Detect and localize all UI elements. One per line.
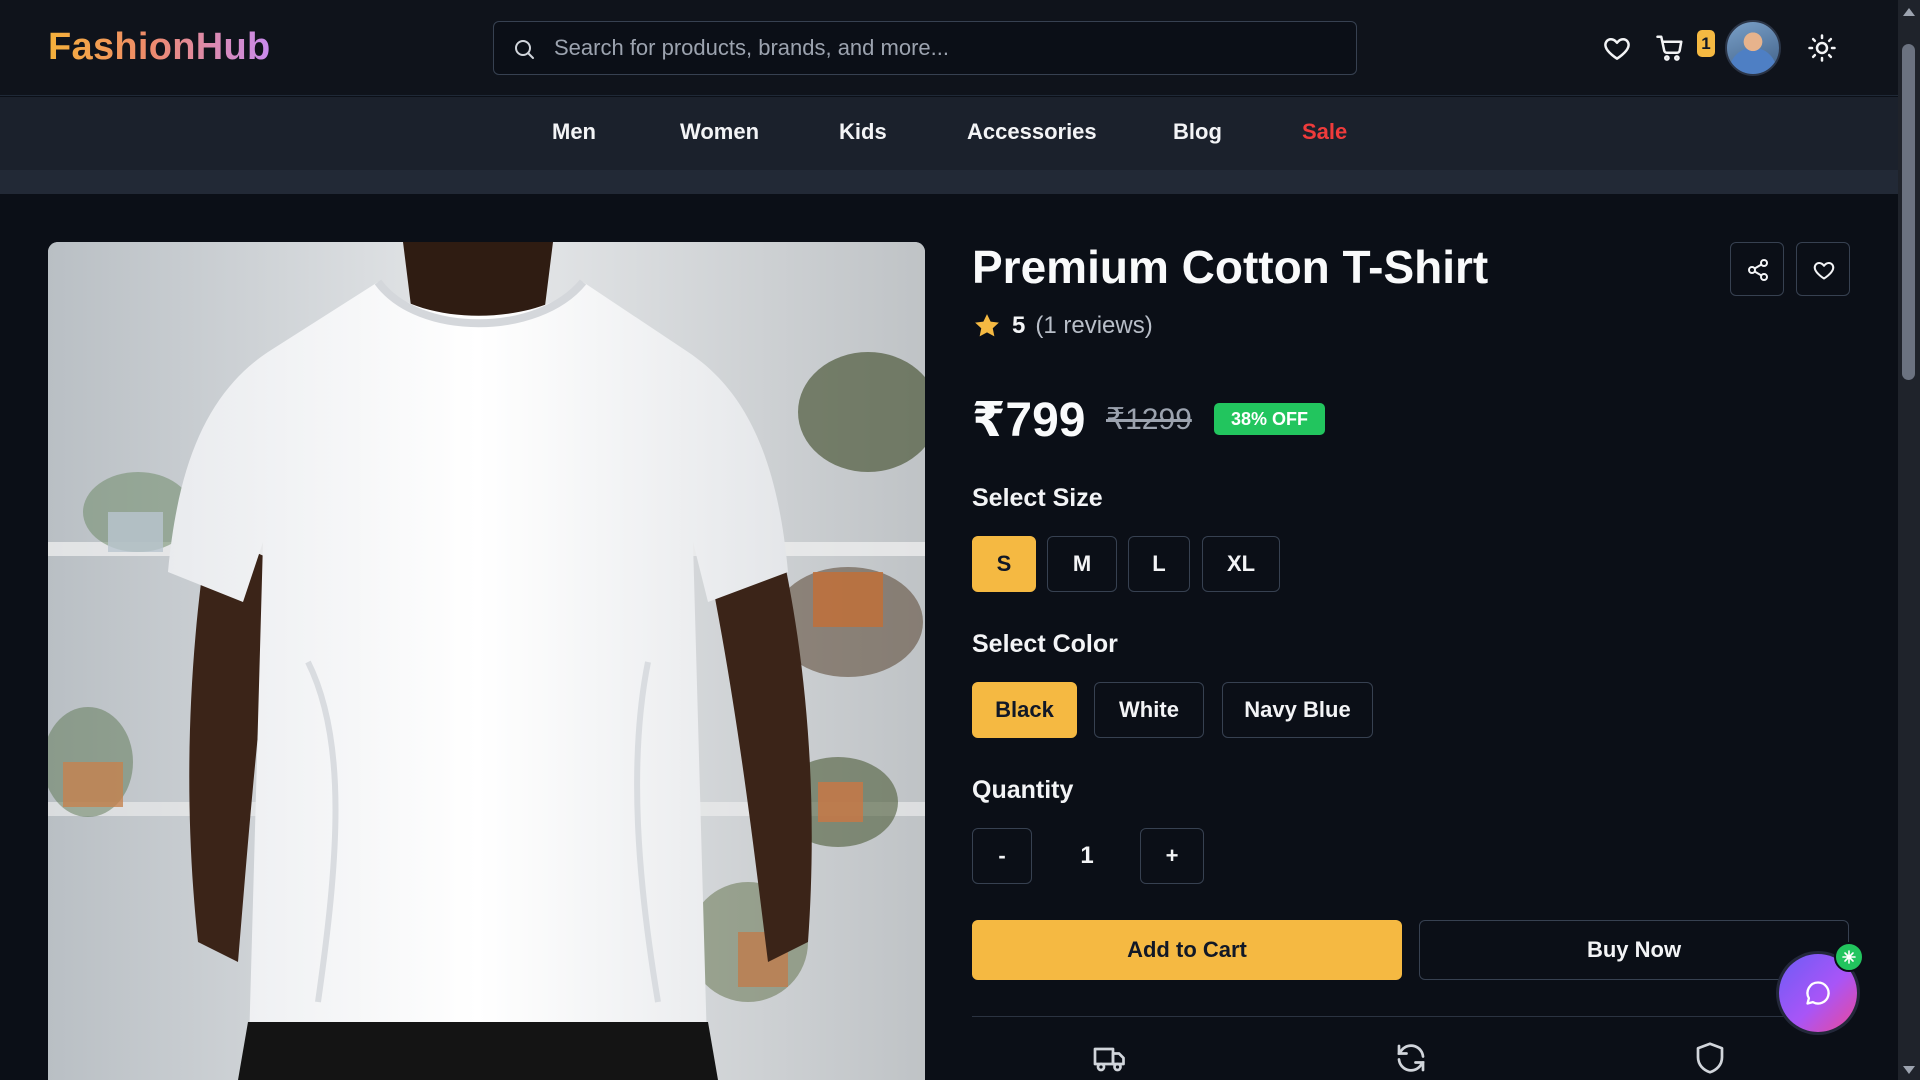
- search-icon: [515, 40, 534, 59]
- nav-item-blog[interactable]: Blog: [1173, 119, 1222, 145]
- scroll-up-arrow-icon[interactable]: [1902, 6, 1916, 18]
- heart-icon: [1813, 262, 1835, 280]
- sun-icon[interactable]: [1807, 33, 1837, 63]
- color-option-navy-blue[interactable]: Navy Blue: [1222, 682, 1373, 738]
- size-option-l[interactable]: L: [1128, 536, 1190, 592]
- size-label: Select Size: [972, 484, 1103, 512]
- quantity-decrease-button[interactable]: -: [972, 828, 1032, 884]
- site-header: FashionHub 1: [0, 0, 1898, 96]
- product-title: Premium Cotton T-Shirt: [972, 241, 1489, 293]
- refresh-icon: [1397, 1044, 1425, 1072]
- nav-item-women[interactable]: Women: [680, 119, 759, 145]
- nav-item-men[interactable]: Men: [552, 119, 596, 145]
- quantity-increase-button[interactable]: +: [1140, 828, 1204, 884]
- scrollbar-thumb[interactable]: [1902, 44, 1915, 380]
- color-label: Select Color: [972, 630, 1118, 658]
- nav-item-sale[interactable]: Sale: [1302, 119, 1347, 145]
- color-option-black[interactable]: Black: [972, 682, 1077, 738]
- nav-item-kids[interactable]: Kids: [839, 119, 887, 145]
- share-icon: [1748, 259, 1768, 281]
- main-nav: Men Women Kids Accessories Blog Sale: [0, 97, 1898, 170]
- truck-icon: [1093, 1047, 1125, 1072]
- search-bar[interactable]: [493, 21, 1357, 75]
- search-input[interactable]: [554, 22, 1344, 74]
- nav-item-accessories[interactable]: Accessories: [967, 119, 1097, 145]
- star-icon: [975, 314, 999, 337]
- logo[interactable]: FashionHub: [48, 26, 271, 69]
- wishlist-button[interactable]: [1796, 242, 1850, 296]
- cart-count-badge: 1: [1697, 30, 1715, 57]
- product-photo: [48, 242, 925, 1080]
- size-option-xl[interactable]: XL: [1202, 536, 1280, 592]
- product-image[interactable]: [48, 242, 925, 1080]
- add-to-cart-button[interactable]: Add to Cart: [972, 920, 1402, 980]
- scroll-down-arrow-icon[interactable]: [1902, 1064, 1916, 1076]
- size-option-m[interactable]: M: [1047, 536, 1117, 592]
- ai-sparkle-badge: [1834, 942, 1864, 972]
- share-button[interactable]: [1730, 242, 1784, 296]
- nav-divider: [0, 170, 1898, 194]
- color-option-white[interactable]: White: [1094, 682, 1204, 738]
- rating: 5 (1 reviews): [972, 310, 1153, 342]
- chat-icon: [1806, 981, 1830, 1005]
- quantity-label: Quantity: [972, 776, 1074, 804]
- rating-score: 5: [1012, 312, 1026, 339]
- section-divider: [972, 1016, 1848, 1017]
- quantity-value: 1: [1080, 842, 1094, 869]
- discount-badge: 38% OFF: [1214, 403, 1326, 435]
- size-option-s[interactable]: S: [972, 536, 1036, 592]
- current-price: ₹799: [972, 394, 1086, 447]
- original-price: ₹1299: [1106, 403, 1192, 436]
- sparkle-icon: [1842, 950, 1856, 964]
- cart-icon[interactable]: [1655, 33, 1685, 63]
- review-count[interactable]: (1 reviews): [1035, 312, 1152, 340]
- heart-icon[interactable]: [1602, 33, 1632, 63]
- avatar[interactable]: [1725, 20, 1781, 76]
- shield-icon: [1696, 1042, 1724, 1074]
